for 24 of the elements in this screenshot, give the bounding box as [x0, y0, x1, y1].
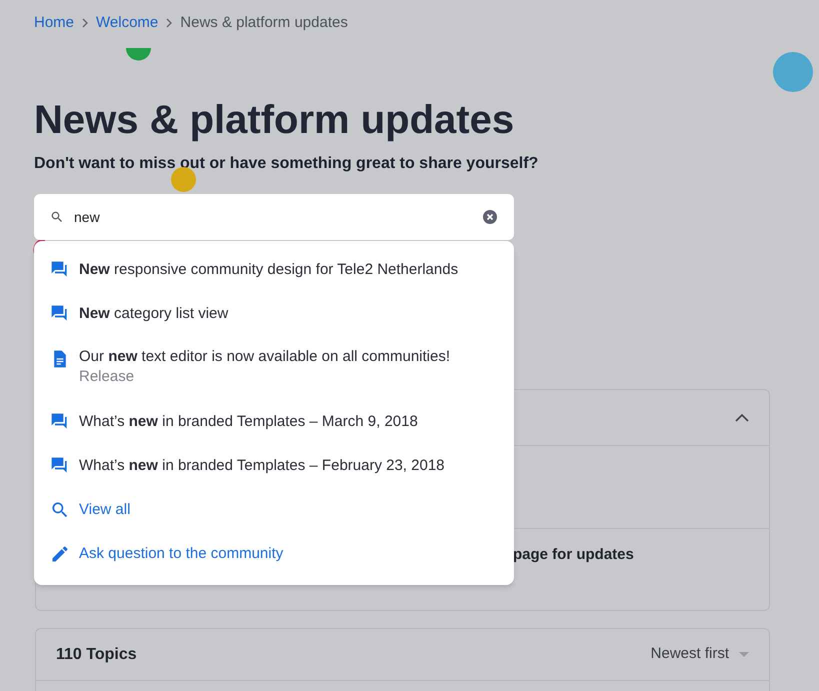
search-icon — [50, 500, 70, 520]
suggestion-item[interactable]: What’s new in branded Templates – March 9, 2018 — [34, 400, 514, 444]
card-text: page for updates — [513, 546, 634, 563]
page-title: News & platform updates — [34, 97, 514, 144]
ask-question-link[interactable]: Ask question to the community — [34, 532, 514, 576]
search-icon — [50, 210, 64, 224]
suggestion-item[interactable]: New category list view — [34, 292, 514, 336]
search-field[interactable]: new — [34, 194, 514, 240]
page-subtitle: Don't want to miss out or have something great to share yourself? — [34, 154, 538, 174]
suggestion-item[interactable]: Our new text editor is now available on all communities! Release — [34, 336, 514, 400]
sort-dropdown[interactable]: Newest first — [650, 643, 749, 666]
topics-count: 110 Topics — [56, 644, 137, 664]
suggestion-item[interactable]: New responsive community design for Tele2 Netherlands — [34, 248, 514, 292]
suggestion-item[interactable]: What’s new in branded Templates – February 23, 2018 — [34, 444, 514, 488]
decorative-dot — [171, 167, 196, 192]
view-all-link[interactable]: View all — [34, 488, 514, 532]
chevron-icon — [166, 18, 172, 28]
chevron-icon — [82, 18, 88, 28]
chevron-icon[interactable] — [735, 413, 749, 422]
clear-icon[interactable] — [483, 210, 497, 224]
pencil-icon — [50, 544, 70, 564]
caret-icon — [739, 652, 749, 657]
breadcrumb-current: News & platform updates — [180, 13, 348, 33]
decorative-dot — [773, 52, 813, 92]
